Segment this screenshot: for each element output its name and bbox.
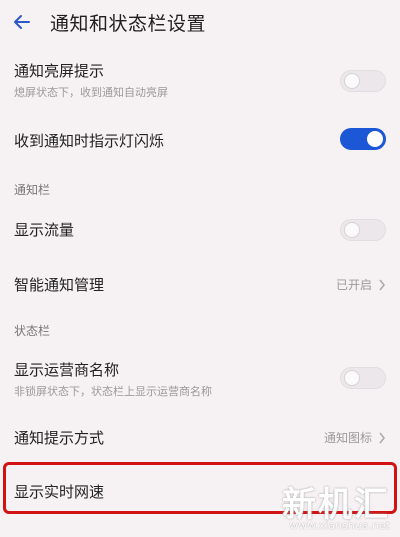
toggle-knob [344, 222, 360, 238]
setting-subtext: 熄屏状态下，收到通知自动亮屏 [14, 86, 168, 99]
setting-notify-method[interactable]: 通知提示方式 通知图标 [0, 427, 400, 451]
watermark-logo: 新机汇 www.xianshua.net [258, 477, 396, 537]
setting-label: 智能通知管理 [14, 276, 105, 294]
screen-on-toggle[interactable] [340, 70, 386, 92]
page-title: 通知和状态栏设置 [50, 12, 207, 35]
setting-value: 已开启 [336, 276, 386, 293]
setting-label: 显示运营商名称 [14, 361, 120, 379]
top-bar: 通知和状态栏设置 [0, 0, 400, 44]
toggle-knob [367, 131, 383, 147]
setting-value: 通知图标 [324, 429, 386, 446]
watermark-url: www.xianshua.net [289, 519, 390, 532]
section-header-notification: 通知栏 [14, 183, 51, 197]
setting-label: 通知亮屏提示 [14, 62, 105, 80]
led-blink-toggle[interactable] [340, 128, 386, 150]
setting-carrier-name[interactable]: 显示运营商名称 非锁屏状态下，状态栏上显示运营商名称 [0, 359, 400, 403]
show-traffic-toggle[interactable] [340, 219, 386, 241]
section-header-status: 状态栏 [14, 324, 51, 338]
smart-notify-value: 已开启 [335, 278, 372, 292]
back-arrow-icon[interactable] [12, 12, 32, 32]
setting-led-blink[interactable]: 收到通知时指示灯闪烁 [0, 128, 400, 154]
setting-screen-on-notify[interactable]: 通知亮屏提示 熄屏状态下，收到通知自动亮屏 [0, 60, 400, 108]
setting-label: 显示流量 [14, 221, 75, 239]
setting-subtext: 非锁屏状态下，状态栏上显示运营商名称 [14, 385, 212, 398]
setting-show-traffic[interactable]: 显示流量 [0, 219, 400, 243]
chevron-right-icon [379, 432, 385, 443]
setting-smart-notify[interactable]: 智能通知管理 已开启 [0, 274, 400, 298]
setting-label: 收到通知时指示灯闪烁 [14, 132, 165, 150]
chevron-right-icon [379, 279, 385, 290]
toggle-knob [344, 73, 360, 89]
toggle-knob [344, 370, 360, 386]
notify-method-value: 通知图标 [323, 431, 372, 445]
carrier-name-toggle[interactable] [340, 367, 386, 389]
